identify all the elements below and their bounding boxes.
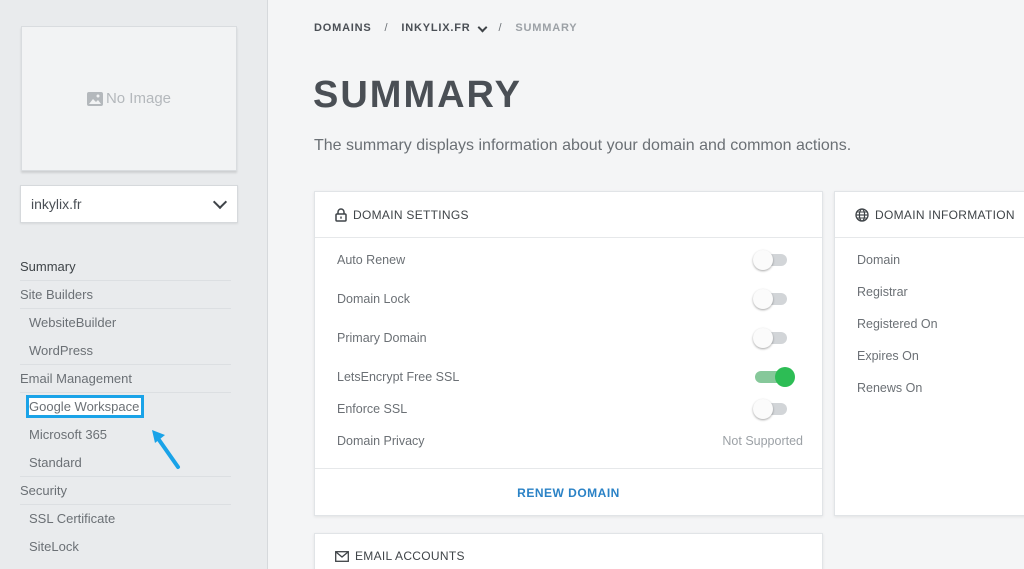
breadcrumb-domains-link[interactable]: DOMAINS — [314, 22, 372, 34]
sidebar-item-label: Site Builders — [20, 287, 93, 302]
info-row-renews-on: Renews On — [857, 381, 923, 395]
sidebar-item-label: Email Management — [20, 371, 132, 386]
main-content: DOMAINS / INKYLIX.FR / SUMMARY SUMMARY T… — [268, 0, 1024, 569]
setting-row-primary-domain: Primary Domain — [337, 328, 801, 348]
sidebar-item-label: SSL Certificate — [29, 511, 116, 526]
globe-icon — [855, 207, 869, 222]
sidebar-item-summary[interactable]: Summary — [20, 253, 231, 281]
setting-row-auto-renew: Auto Renew — [337, 250, 801, 270]
sidebar-item-label: WebsiteBuilder — [29, 315, 117, 330]
email-accounts-card: EMAIL ACCOUNTS — [314, 533, 823, 569]
domain-information-title: DOMAIN INFORMATION — [875, 207, 1015, 222]
breadcrumb: DOMAINS / INKYLIX.FR / SUMMARY — [314, 22, 577, 34]
sidebar: No Image inkylix.fr Summary Site Builder… — [0, 0, 268, 569]
toggle-knob — [753, 289, 773, 309]
renew-domain-button[interactable]: RENEW DOMAIN — [315, 468, 822, 516]
domain-information-card: DOMAIN INFORMATION Domain Registrar Regi… — [834, 191, 1024, 516]
info-row-domain: Domain — [857, 253, 901, 267]
primary-domain-toggle[interactable] — [753, 328, 787, 348]
sidebar-item-label: Microsoft 365 — [29, 427, 108, 442]
email-accounts-title: EMAIL ACCOUNTS — [355, 549, 465, 563]
sidebar-item-label: Security — [20, 483, 67, 498]
sidebar-section-site-builders[interactable]: Site Builders — [20, 281, 231, 309]
sidebar-item-wordpress[interactable]: WordPress — [20, 337, 231, 365]
image-icon — [86, 91, 103, 106]
no-image-label: No Image — [105, 90, 172, 107]
domain-select-value: inkylix.fr — [31, 196, 82, 212]
setting-label: LetsEncrypt Free SSL — [337, 370, 460, 384]
sidebar-item-label: WordPress — [29, 343, 94, 358]
breadcrumb-current: SUMMARY — [515, 22, 578, 34]
sidebar-section-security[interactable]: Security — [20, 477, 231, 505]
breadcrumb-separator: / — [498, 22, 503, 34]
sidebar-item-websitebuilder[interactable]: WebsiteBuilder — [20, 309, 231, 337]
setting-row-letsencrypt-ssl: LetsEncrypt Free SSL — [337, 367, 801, 387]
breadcrumb-separator: / — [384, 22, 389, 34]
breadcrumb-domain-label: INKYLIX.FR — [401, 22, 471, 34]
domain-lock-toggle[interactable] — [753, 289, 787, 309]
sidebar-item-ssl-certificate[interactable]: SSL Certificate — [20, 505, 231, 533]
sidebar-item-label: Google Workspace — [25, 395, 145, 418]
toggle-knob — [753, 399, 773, 419]
sidebar-item-label: Standard — [29, 455, 82, 470]
enforce-ssl-toggle[interactable] — [753, 399, 787, 419]
domain-settings-card: DOMAIN SETTINGS Auto Renew Domain Lock P… — [314, 191, 823, 516]
sidebar-section-email-management[interactable]: Email Management — [20, 365, 231, 393]
email-accounts-header: EMAIL ACCOUNTS — [315, 534, 822, 569]
toggle-knob — [775, 367, 795, 387]
letsencrypt-ssl-toggle[interactable] — [755, 367, 795, 387]
sidebar-item-microsoft-365[interactable]: Microsoft 365 — [20, 421, 231, 449]
setting-label: Domain Privacy — [337, 434, 425, 448]
chevron-down-icon — [477, 22, 487, 33]
domain-select[interactable]: inkylix.fr — [20, 185, 238, 223]
setting-label: Primary Domain — [337, 331, 427, 345]
sidebar-nav: Summary Site Builders WebsiteBuilder Wor… — [20, 253, 231, 561]
domain-information-header: DOMAIN INFORMATION — [835, 192, 1024, 238]
info-row-expires-on: Expires On — [857, 349, 919, 363]
domain-settings-header: DOMAIN SETTINGS — [315, 192, 822, 238]
setting-row-domain-lock: Domain Lock — [337, 289, 801, 309]
setting-label: Auto Renew — [337, 253, 406, 267]
sidebar-item-label: Summary — [20, 259, 76, 274]
sidebar-item-standard[interactable]: Standard — [20, 449, 231, 477]
info-row-registered-on: Registered On — [857, 317, 938, 331]
domain-image-placeholder: No Image — [21, 26, 237, 171]
domain-privacy-status: Not Supported — [722, 434, 803, 448]
annotation-arrow-icon — [152, 430, 180, 469]
sidebar-item-sitelock[interactable]: SiteLock — [20, 533, 231, 561]
toggle-knob — [753, 328, 773, 348]
info-row-registrar: Registrar — [857, 285, 908, 299]
sidebar-item-google-workspace[interactable]: Google Workspace — [20, 393, 231, 421]
auto-renew-toggle[interactable] — [753, 250, 787, 270]
page-title: SUMMARY — [313, 74, 522, 116]
lock-icon — [335, 207, 347, 222]
chevron-down-icon — [212, 194, 228, 209]
envelope-icon — [335, 550, 349, 562]
toggle-knob — [753, 250, 773, 270]
setting-row-enforce-ssl: Enforce SSL — [337, 399, 801, 419]
domain-settings-title: DOMAIN SETTINGS — [353, 207, 469, 222]
setting-label: Domain Lock — [337, 292, 410, 306]
setting-row-domain-privacy: Domain Privacy Not Supported — [337, 434, 803, 448]
breadcrumb-domain-dropdown[interactable]: INKYLIX.FR — [401, 22, 487, 34]
sidebar-item-label: SiteLock — [29, 539, 79, 554]
setting-label: Enforce SSL — [337, 402, 408, 416]
page-subtitle: The summary displays information about y… — [314, 137, 852, 154]
